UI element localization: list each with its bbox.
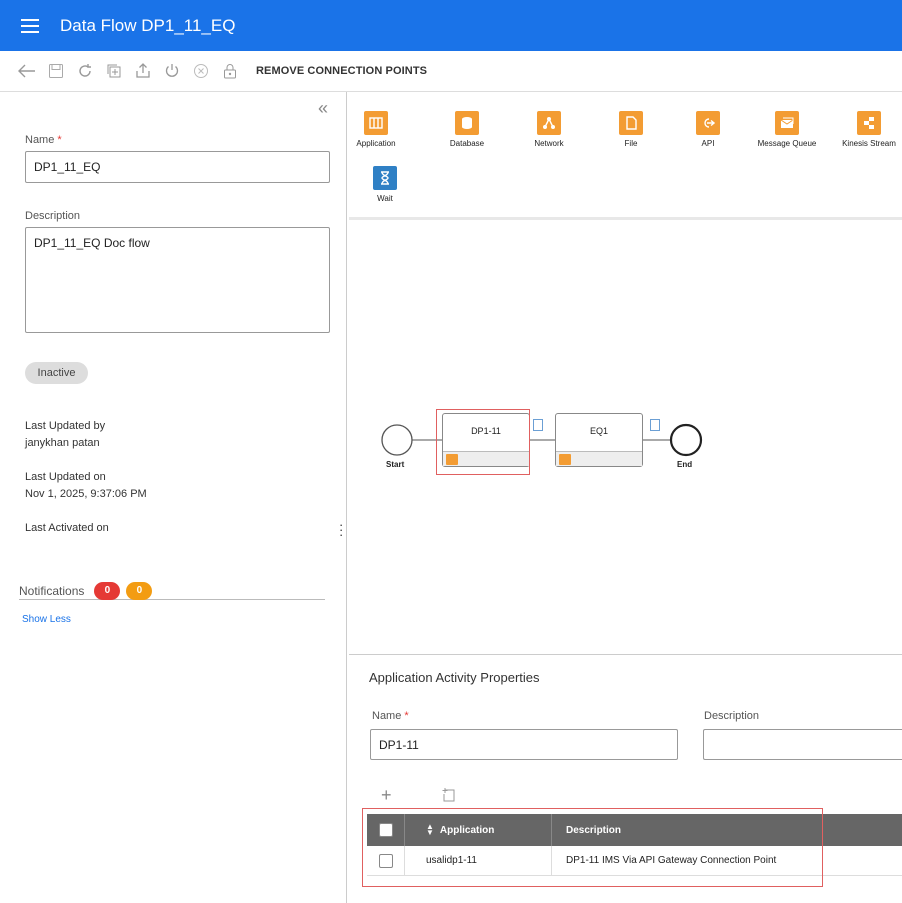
description-label: Description (25, 210, 81, 222)
message-queue-icon (775, 111, 799, 135)
activity-palette: Application Database Network File API Me… (349, 92, 902, 220)
refresh-icon[interactable] (72, 61, 97, 81)
application-icon (364, 111, 388, 135)
palette-wait[interactable]: Wait (355, 166, 415, 203)
props-description-label: Description (704, 710, 760, 722)
add-icon[interactable]: + (381, 786, 392, 804)
back-arrow-icon[interactable] (14, 61, 39, 81)
name-label: Name * (25, 134, 62, 146)
export-icon[interactable] (130, 61, 155, 81)
left-panel: « Name * DP1_11_EQ Description DP1_11_EQ… (0, 92, 347, 903)
end-event (669, 423, 703, 457)
file-icon (619, 111, 643, 135)
notifications-label: Notifications (19, 583, 85, 598)
notification-error-count[interactable]: 0 (94, 581, 121, 600)
last-updated-on-label: Last Updated on (25, 471, 106, 483)
network-icon (537, 111, 561, 135)
highlight-box-table (362, 808, 823, 887)
last-activated-label: Last Activated on (25, 522, 109, 534)
power-icon[interactable] (159, 61, 184, 81)
palette-api[interactable]: API (678, 111, 738, 148)
properties-title: Application Activity Properties (369, 670, 540, 685)
remove-connection-points-button[interactable]: REMOVE CONNECTION POINTS (256, 65, 427, 77)
last-updated-by-label: Last Updated by (25, 420, 106, 432)
palette-file[interactable]: File (601, 111, 661, 148)
palette-message-queue[interactable]: Message Queue (757, 111, 817, 148)
panel-resize-handle[interactable]: · · · (339, 518, 343, 541)
last-updated-by-value: janykhan patan (25, 437, 100, 449)
start-event (381, 424, 413, 456)
wait-icon (373, 166, 397, 190)
description-textarea[interactable]: DP1_11_EQ Doc flow (25, 227, 330, 333)
api-icon (696, 111, 720, 135)
document-icon[interactable] (533, 419, 543, 431)
page-title: Data Flow DP1_11_EQ (60, 15, 236, 35)
kinesis-stream-icon (857, 111, 881, 135)
activity-properties-panel: Application Activity Properties Name * D… (349, 656, 902, 903)
end-label: End (677, 460, 693, 469)
palette-kinesis-stream[interactable]: Kinesis Stream (839, 111, 899, 148)
notification-warning-count[interactable]: 0 (126, 581, 153, 600)
document-icon[interactable] (650, 419, 660, 431)
collapse-panel-icon[interactable]: « (318, 98, 328, 119)
application-icon (559, 454, 571, 465)
palette-application[interactable]: Application (346, 111, 406, 148)
notifications-row: Notifications 0 0 (19, 581, 325, 600)
add-row-icon[interactable] (441, 787, 457, 808)
lock-icon[interactable] (217, 61, 242, 81)
menu-icon[interactable] (21, 18, 39, 33)
palette-network[interactable]: Network (519, 111, 579, 148)
app-header: Data Flow DP1_11_EQ (0, 0, 902, 51)
last-updated-on-value: Nov 1, 2025, 9:37:06 PM (25, 488, 147, 500)
save-icon[interactable] (43, 61, 68, 81)
start-label: Start (386, 460, 405, 469)
props-name-input[interactable]: DP1-11 (370, 729, 678, 760)
status-badge: Inactive (25, 362, 88, 384)
props-description-input[interactable] (703, 729, 902, 760)
copy-icon[interactable] (101, 61, 126, 81)
toolbar: REMOVE CONNECTION POINTS (0, 51, 902, 92)
highlight-box-node (436, 409, 530, 475)
flow-canvas[interactable]: Start End DP1-11 EQ1 (349, 223, 902, 655)
palette-database[interactable]: Database (437, 111, 497, 148)
database-icon (455, 111, 479, 135)
flow-node-eq1[interactable]: EQ1 (555, 413, 643, 467)
name-input[interactable]: DP1_11_EQ (25, 151, 330, 183)
cancel-icon[interactable] (188, 61, 213, 81)
show-less-link[interactable]: Show Less (22, 614, 71, 625)
props-name-label: Name * (372, 710, 409, 722)
